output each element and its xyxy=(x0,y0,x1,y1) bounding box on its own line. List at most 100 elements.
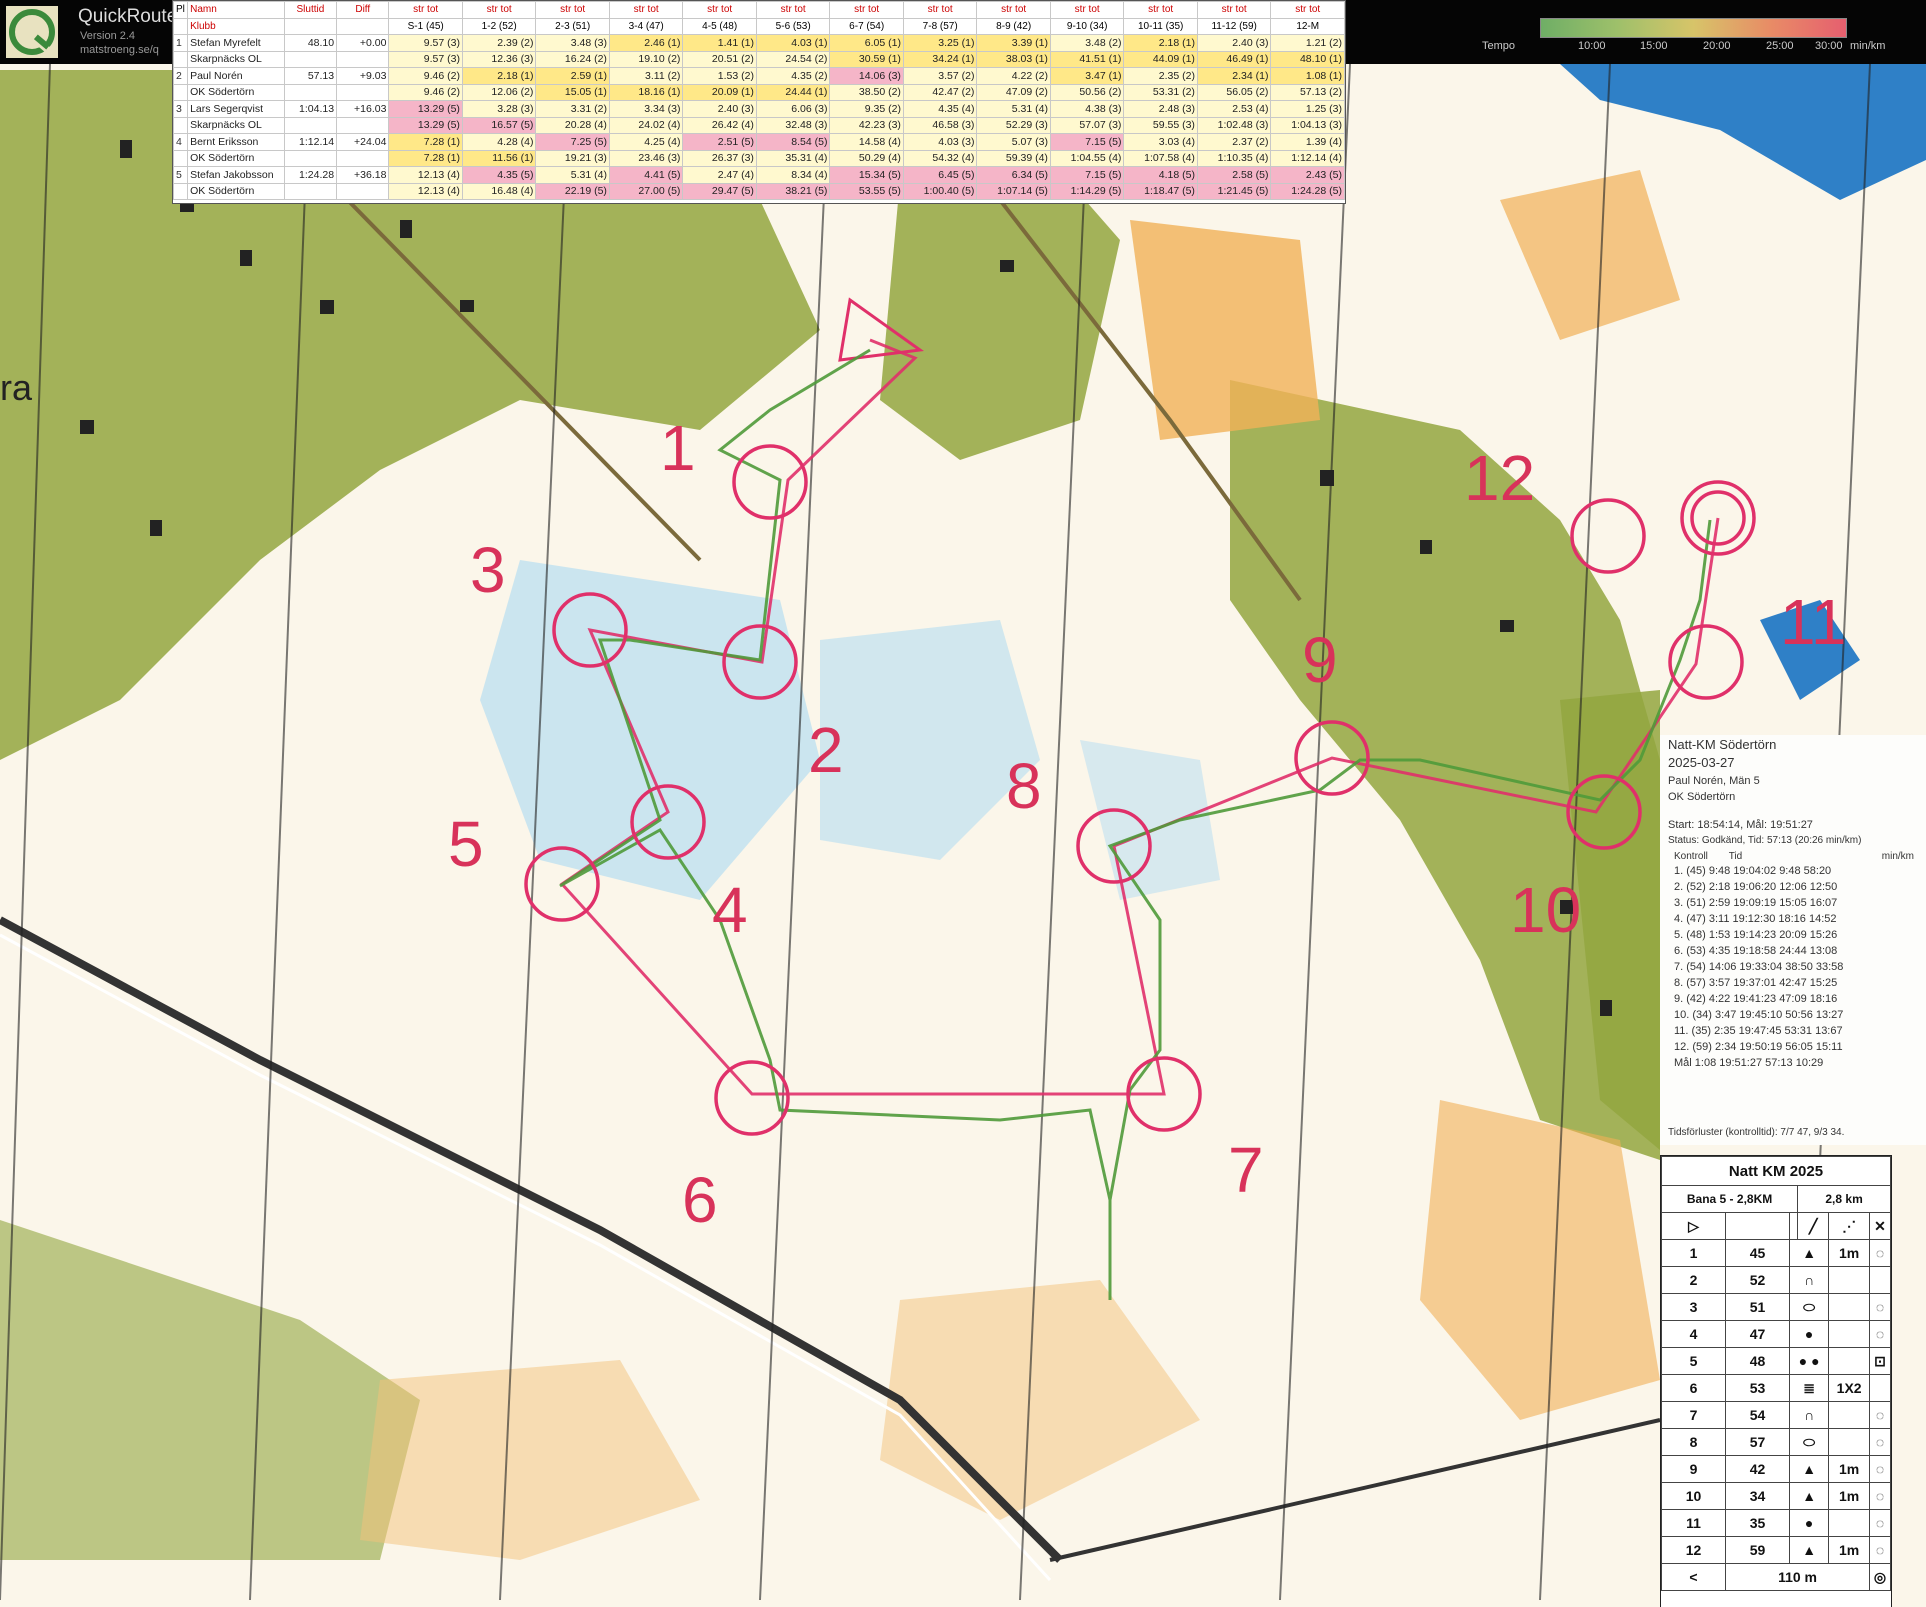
cd-feature-icon: ≣ xyxy=(1789,1374,1830,1402)
runner-name: Bernt Eriksson xyxy=(187,133,285,151)
info-runner: Paul Norén, Män 5 xyxy=(1668,775,1760,787)
cd-location-icon: ◌ xyxy=(1869,1428,1891,1456)
col-stage[interactable]: 3-4 (47) xyxy=(608,17,684,35)
col-sub: str tot xyxy=(755,1,831,19)
cd-dimension xyxy=(1828,1347,1871,1375)
split-time: 2.40 (3) xyxy=(1196,34,1272,52)
cd-control-row: 2 52 ∩ xyxy=(1660,1266,1891,1294)
total-time: 57.13 (2) xyxy=(1270,83,1345,101)
total-time: 9.46 (2) xyxy=(388,83,463,101)
total-time: 1:10.35 (4) xyxy=(1196,149,1272,167)
split-row: 5. (48) 1:53 19:14:23 20:09 15:26 xyxy=(1674,929,1838,941)
col-name[interactable]: Namn xyxy=(187,1,285,19)
cd-control-number: 5 xyxy=(1660,1347,1727,1375)
cd-control-code: 48 xyxy=(1725,1347,1791,1375)
split-time: 2.53 (4) xyxy=(1196,100,1272,118)
control-number-8: 8 xyxy=(1006,750,1042,822)
total-time: 38.21 (5) xyxy=(755,182,831,200)
tempo-tick: 15:00 xyxy=(1640,40,1668,52)
runner-name: Paul Norén xyxy=(187,67,285,85)
col-sub: str tot xyxy=(976,1,1051,19)
total-time: 11.56 (1) xyxy=(461,149,537,167)
spacer xyxy=(336,182,390,200)
cd-control-code: 34 xyxy=(1725,1482,1791,1510)
cd-location-icon xyxy=(1869,1374,1891,1402)
split-row: 4. (47) 3:11 19:12:30 18:16 14:52 xyxy=(1674,913,1837,925)
cd-course: Bana 5 - 2,8KM xyxy=(1660,1185,1799,1213)
result-row-totals[interactable]: OK Södertörn 7.28 (1) 11.56 (1) 19.21 (3) 23… xyxy=(172,149,1345,167)
cd-location-icon: ◌ xyxy=(1869,1293,1891,1321)
col-time[interactable]: Sluttid xyxy=(283,1,338,19)
result-row-totals[interactable]: OK Södertörn 9.46 (2) 12.06 (2) 15.05 (1) 18… xyxy=(172,83,1345,101)
spacer xyxy=(172,149,189,167)
total-time: 47.09 (2) xyxy=(976,83,1051,101)
col-diff[interactable]: Diff xyxy=(336,1,390,19)
result-row-totals[interactable]: Skarpnäcks OL 13.29 (5) 16.57 (5) 20.28 (4)… xyxy=(172,116,1345,134)
tempo-tick: 30:00 xyxy=(1815,40,1843,52)
cd-feature-icon: ● xyxy=(1789,1320,1830,1348)
col-stage[interactable]: 4-5 (48) xyxy=(682,17,757,35)
col-stage[interactable]: 6-7 (54) xyxy=(829,17,904,35)
control-number-7: 7 xyxy=(1228,1134,1264,1206)
tempo-tick: 20:00 xyxy=(1703,40,1731,52)
total-time: 24.54 (2) xyxy=(755,50,831,68)
col-stage[interactable]: 11-12 (59) xyxy=(1196,17,1272,35)
col-stage[interactable]: 9-10 (34) xyxy=(1049,17,1125,35)
map-canvas[interactable]: 1 2 3 4 5 6 7 8 9 10 11 12 ra xyxy=(0,64,1926,1607)
total-time: 1:24.28 (5) xyxy=(1270,182,1345,200)
total-time: 42.23 (3) xyxy=(829,116,904,134)
finish-circle-icon: ◎ xyxy=(1869,1563,1891,1591)
control-number-11: 11 xyxy=(1780,586,1846,658)
col-sub: str tot xyxy=(829,1,904,19)
split-time: 8.34 (4) xyxy=(755,166,831,184)
col-stage[interactable]: S-1 (45) xyxy=(388,17,463,35)
col-sub: str tot xyxy=(1196,1,1272,19)
result-row-totals[interactable]: OK Södertörn 12.13 (4) 16.48 (4) 22.19 (5) 2… xyxy=(172,182,1345,200)
results-table[interactable]: Pl Namn Sluttid Diff str tot str tot str… xyxy=(172,0,1346,204)
col-stage[interactable]: 8-9 (42) xyxy=(976,17,1051,35)
result-row[interactable]: 5 Stefan Jakobsson 1:24.28 +36.18 12.13 (4) 4… xyxy=(172,166,1345,184)
col-stage[interactable]: 1-2 (52) xyxy=(461,17,537,35)
col-club[interactable]: Klubb xyxy=(187,17,285,35)
cd-control-row: 7 54 ∩ ◌ xyxy=(1660,1401,1891,1429)
col-pl[interactable]: Pl xyxy=(172,1,189,19)
result-row[interactable]: 2 Paul Norén 57.13 +9.03 9.46 (2) 2.18 (1) 2.5… xyxy=(172,67,1345,85)
total-time: 24.02 (4) xyxy=(608,116,684,134)
total-time: 7.28 (1) xyxy=(388,149,463,167)
orienteering-map[interactable]: 1 2 3 4 5 6 7 8 9 10 11 12 ra xyxy=(0,64,1926,1607)
result-row-totals[interactable]: Skarpnäcks OL 9.57 (3) 12.36 (3) 16.24 (2) 1… xyxy=(172,50,1345,68)
total-time: 53.31 (2) xyxy=(1123,83,1198,101)
split-time: 4.03 (1) xyxy=(755,34,831,52)
col-stage[interactable]: 10-11 (35) xyxy=(1123,17,1198,35)
cd-feature-icon: ∩ xyxy=(1789,1266,1830,1294)
split-time: 4.25 (4) xyxy=(608,133,684,151)
split-time: 5.31 (4) xyxy=(535,166,610,184)
final-time: 57.13 xyxy=(283,67,338,85)
split-time: 2.59 (1) xyxy=(535,67,610,85)
cd-dimension xyxy=(1828,1509,1871,1537)
split-time: 4.03 (3) xyxy=(902,133,978,151)
col-stage[interactable]: 7-8 (57) xyxy=(902,17,978,35)
result-row[interactable]: 3 Lars Segerqvist 1:04.13 +16.03 13.29 (5) 3.… xyxy=(172,100,1345,118)
col-sub: str tot xyxy=(608,1,684,19)
col-stage[interactable]: 2-3 (51) xyxy=(535,17,610,35)
total-time: 59.39 (4) xyxy=(976,149,1051,167)
cd-control-number: 1 xyxy=(1660,1239,1727,1267)
col-stage[interactable]: 5-6 (53) xyxy=(755,17,831,35)
total-time: 53.55 (5) xyxy=(829,182,904,200)
info-club: OK Södertörn xyxy=(1668,791,1736,803)
spacer xyxy=(172,83,189,101)
runner-club: OK Södertörn xyxy=(187,149,285,167)
result-row[interactable]: 4 Bernt Eriksson 1:12.14 +24.04 7.28 (1) 4.28… xyxy=(172,133,1345,151)
cd-dimension xyxy=(1828,1401,1871,1429)
result-row[interactable]: 1 Stefan Myrefelt 48.10 +0.00 9.57 (3) 2.39 (… xyxy=(172,34,1345,52)
cd-location-icon: ⊡ xyxy=(1869,1347,1891,1375)
col-stage[interactable]: 12-M xyxy=(1270,17,1345,35)
total-time: 35.31 (4) xyxy=(755,149,831,167)
cd-control-row: 1 45 ▲ 1m ◌ xyxy=(1660,1239,1891,1267)
app-site-link[interactable]: matstroeng.se/q xyxy=(80,44,159,56)
split-time: 4.35 (5) xyxy=(461,166,537,184)
cd-dimension xyxy=(1828,1293,1871,1321)
split-time: 7.15 (5) xyxy=(1049,133,1125,151)
total-time: 52.29 (3) xyxy=(976,116,1051,134)
